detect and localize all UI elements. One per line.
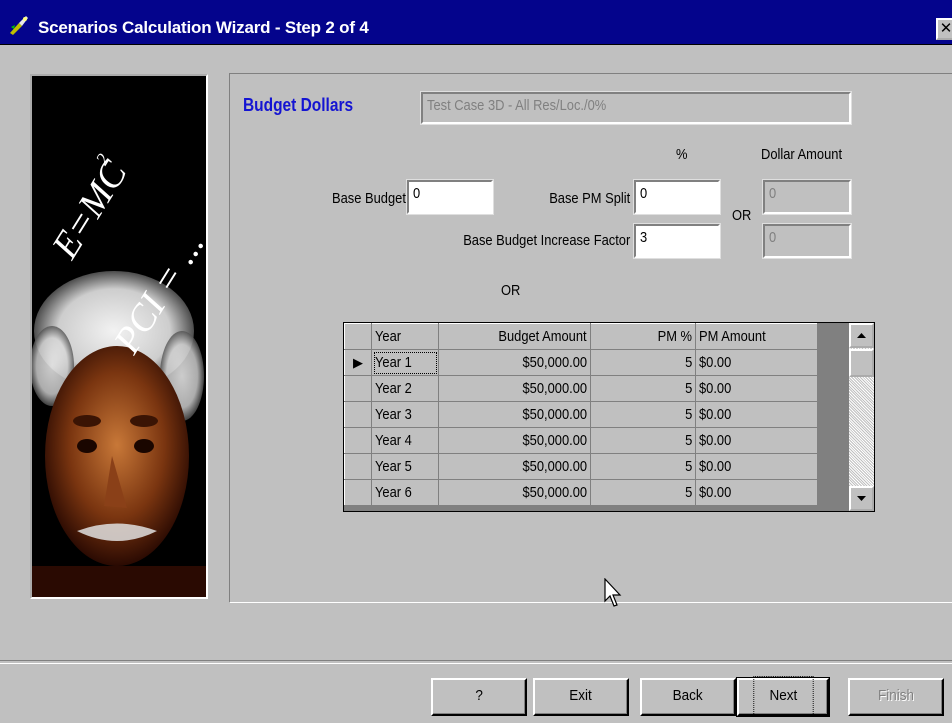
mouse-cursor-icon <box>604 578 622 607</box>
help-button[interactable]: ? <box>431 678 527 716</box>
cell-pm-percent[interactable]: 5 <box>590 349 696 376</box>
cell-year[interactable]: Year 6 <box>371 479 439 506</box>
title-bar: Scenarios Calculation Wizard - Step 2 of… <box>0 0 952 45</box>
pm-split-dollar-field: 0 <box>762 179 852 215</box>
cell-year[interactable]: Year 1 <box>371 349 439 376</box>
grid-header-row: Year Budget Amount PM % PM Amount <box>344 323 818 350</box>
cell-year[interactable]: Year 3 <box>371 401 439 428</box>
scroll-up-button[interactable] <box>849 323 874 348</box>
base-pm-split-input[interactable]: 0 <box>633 179 721 215</box>
table-row[interactable]: ▶ Year 1 $50,000.00 5 $0.00 <box>344 349 818 376</box>
increase-factor-dollar-field: 0 <box>762 223 852 259</box>
cell-budget-amount[interactable]: $50,000.00 <box>438 375 591 402</box>
cell-pm-percent[interactable]: 5 <box>590 375 696 402</box>
row-selector[interactable] <box>344 453 372 480</box>
current-row-arrow-icon: ▶ <box>353 355 363 370</box>
column-header-year[interactable]: Year <box>371 323 439 350</box>
row-selector[interactable] <box>344 401 372 428</box>
cell-year[interactable]: Year 2 <box>371 375 439 402</box>
or-label-side: OR <box>732 207 752 224</box>
button-divider <box>0 660 952 664</box>
next-button[interactable]: Next <box>736 676 830 717</box>
cell-budget-amount[interactable]: $50,000.00 <box>438 401 591 428</box>
grid-vertical-scrollbar[interactable] <box>849 323 874 511</box>
increase-factor-input[interactable]: 3 <box>633 223 721 259</box>
cell-pm-amount[interactable]: $0.00 <box>695 479 818 506</box>
table-row[interactable]: Year 4 $50,000.00 5 $0.00 <box>344 427 818 454</box>
section-title: Budget Dollars <box>243 95 354 115</box>
row-selector[interactable] <box>344 375 372 402</box>
row-selector-header <box>344 323 372 350</box>
close-icon: ✕ <box>939 20 952 37</box>
table-row[interactable]: Year 2 $50,000.00 5 $0.00 <box>344 375 818 402</box>
cell-budget-amount[interactable]: $50,000.00 <box>438 453 591 480</box>
window-title: Scenarios Calculation Wizard - Step 2 of… <box>38 18 369 37</box>
row-selector[interactable]: ▶ <box>344 349 372 376</box>
table-row[interactable]: Year 3 $50,000.00 5 $0.00 <box>344 401 818 428</box>
scroll-thumb[interactable] <box>849 349 874 377</box>
column-header-pm-amount[interactable]: PM Amount <box>695 323 818 350</box>
arrow-up-icon <box>857 333 866 338</box>
base-budget-input[interactable]: 0 <box>406 179 494 215</box>
budget-grid[interactable]: Year Budget Amount PM % PM Amount ▶ Year … <box>343 322 875 512</box>
column-header-budget-amount[interactable]: Budget Amount <box>438 323 591 350</box>
cell-pm-percent[interactable]: 5 <box>590 427 696 454</box>
back-button[interactable]: Back <box>640 678 736 716</box>
cell-pm-percent[interactable]: 5 <box>590 453 696 480</box>
table-row[interactable]: Year 6 $50,000.00 5 $0.00 <box>344 479 818 506</box>
einstein-illustration: E=MC 2 PCI = ... <box>30 74 208 599</box>
einstein-portrait-image: E=MC 2 PCI = ... <box>32 76 206 597</box>
cell-year[interactable]: Year 5 <box>371 453 439 480</box>
exit-button[interactable]: Exit <box>533 678 629 716</box>
wizard-app-icon <box>7 13 31 37</box>
cell-pm-amount[interactable]: $0.00 <box>695 453 818 480</box>
base-pm-split-label: Base PM Split <box>548 190 630 207</box>
scroll-down-button[interactable] <box>849 486 874 511</box>
cell-year[interactable]: Year 4 <box>371 427 439 454</box>
column-header-pm-percent[interactable]: PM % <box>590 323 696 350</box>
percent-header: % <box>676 146 688 163</box>
base-budget-label: Base Budget <box>332 190 406 207</box>
cell-budget-amount[interactable]: $50,000.00 <box>438 349 591 376</box>
table-row[interactable]: Year 5 $50,000.00 5 $0.00 <box>344 453 818 480</box>
row-selector[interactable] <box>344 427 372 454</box>
dollar-amount-header: Dollar Amount <box>761 146 843 163</box>
finish-button: Finish <box>848 678 944 716</box>
cell-budget-amount[interactable]: $50,000.00 <box>438 479 591 506</box>
cell-pm-percent[interactable]: 5 <box>590 401 696 428</box>
cell-budget-amount[interactable]: $50,000.00 <box>438 427 591 454</box>
cell-pm-amount[interactable]: $0.00 <box>695 427 818 454</box>
arrow-down-icon <box>857 496 866 501</box>
cell-pm-amount[interactable]: $0.00 <box>695 375 818 402</box>
increase-factor-label: Base Budget Increase Factor <box>462 232 630 249</box>
cell-pm-amount[interactable]: $0.00 <box>695 401 818 428</box>
row-selector[interactable] <box>344 479 372 506</box>
or-label-center: OR <box>501 282 521 299</box>
scenario-name-field: Test Case 3D - All Res/Loc./0% <box>420 91 852 125</box>
cell-pm-amount[interactable]: $0.00 <box>695 349 818 376</box>
cell-pm-percent[interactable]: 5 <box>590 479 696 506</box>
close-button[interactable]: ✕ <box>936 18 952 40</box>
